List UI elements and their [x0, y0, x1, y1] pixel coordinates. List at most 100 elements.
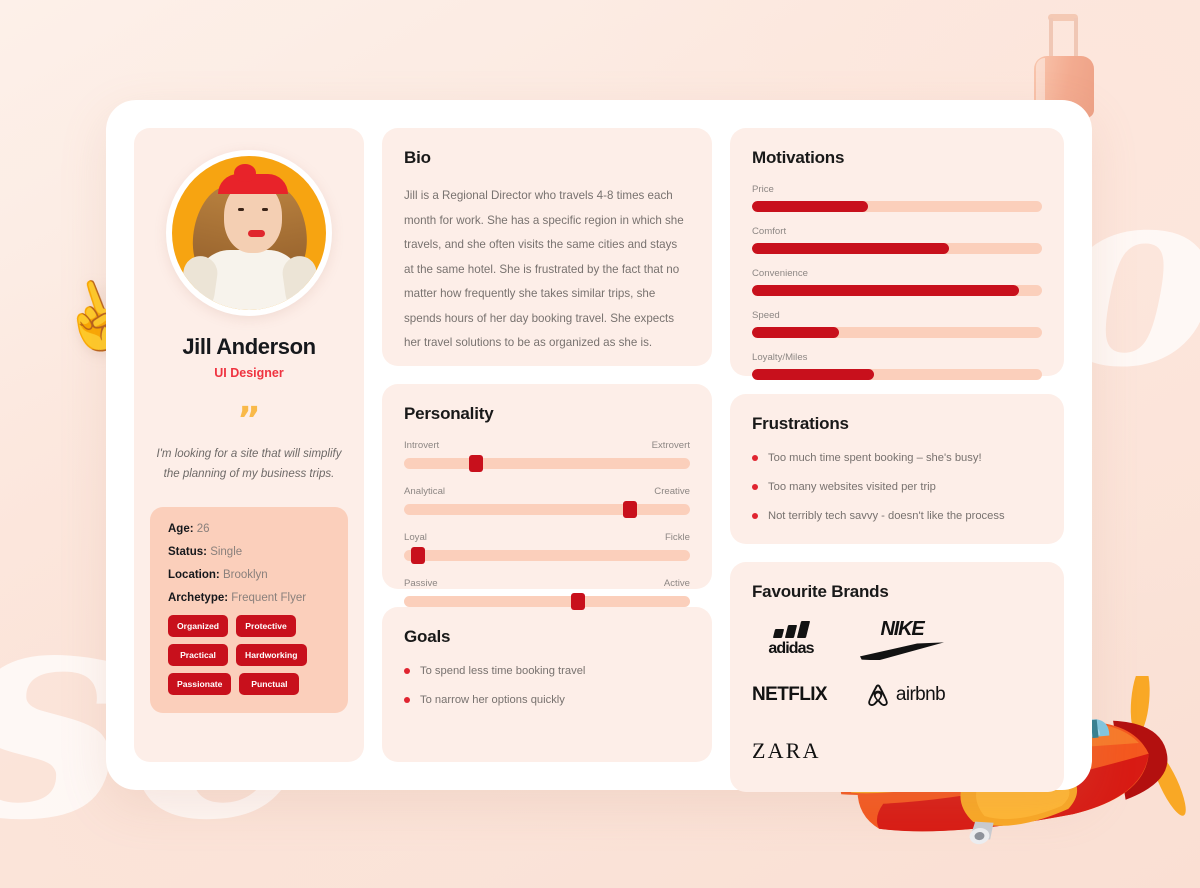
motivation-track	[752, 285, 1042, 296]
personality-slider[interactable]: Passive Active	[404, 578, 690, 610]
frustrations-panel: Frustrations Too much time spent booking…	[730, 394, 1064, 545]
personality-slider[interactable]: Loyal Fickle	[404, 532, 690, 564]
motivation-fill	[752, 201, 868, 212]
avatar-photo	[172, 156, 326, 310]
brand-name: airbnb	[895, 684, 946, 706]
brand-logo-nike: NIKE	[856, 618, 948, 661]
motivation-label: Comfort	[752, 226, 787, 237]
personality-slider[interactable]: Introvert Extrovert	[404, 440, 690, 472]
motivation-track	[752, 369, 1042, 380]
motivation-track	[752, 201, 1042, 212]
brand-logo-adidas: adidas	[752, 618, 830, 660]
slider-track[interactable]	[404, 501, 690, 518]
slider-label-right: Extrovert	[651, 440, 690, 451]
bio-text: Jill is a Regional Director who travels …	[404, 189, 684, 350]
profile-panel: Jill Anderson UI Designer ” I'm looking …	[134, 128, 364, 762]
fact-row: Archetype: Frequent Flyer	[168, 592, 330, 604]
bio-panel: Bio Jill is a Regional Director who trav…	[382, 128, 712, 366]
fact-label: Archetype:	[168, 591, 229, 604]
brand-name: NIKE	[880, 618, 925, 641]
trait-chip[interactable]: Passionate	[168, 672, 232, 695]
motivation-label: Loyalty/Miles	[752, 352, 808, 363]
brands-grid: adidas NIKE NETFLIX airbnb ZARA	[752, 618, 1042, 772]
fact-row: Age: 26	[168, 523, 330, 535]
goals-list: To spend less time booking travel To nar…	[404, 663, 690, 709]
slider-thumb[interactable]	[411, 547, 426, 564]
fact-value: Brooklyn	[222, 568, 268, 581]
slider-thumb[interactable]	[468, 455, 483, 472]
slider-label-right: Creative	[654, 486, 690, 497]
persona-card: Jill Anderson UI Designer ” I'm looking …	[106, 100, 1092, 793]
brand-logo-airbnb: airbnb	[853, 674, 957, 716]
facts-box: Age: 26 Status: Single Location: Brookly…	[150, 506, 348, 713]
personality-title: Personality	[404, 404, 494, 423]
trait-chip[interactable]: Punctual	[239, 672, 300, 695]
goals-panel: Goals To spend less time booking travel …	[382, 607, 712, 762]
fact-value: 26	[196, 522, 210, 535]
list-item: Not terribly tech savvy - doesn't like t…	[752, 508, 1042, 525]
brand-name: adidas	[768, 639, 814, 657]
motivation-label: Speed	[752, 310, 780, 321]
brands-panel: Favourite Brands adidas NIKE NETFLIX air…	[730, 562, 1064, 793]
slider-label-left: Loyal	[404, 532, 427, 543]
motivation-fill	[752, 285, 1019, 296]
frustrations-list: Too much time spent booking – she's busy…	[752, 450, 1042, 524]
fact-value: Frequent Flyer	[231, 591, 307, 604]
slider-label-left: Passive	[404, 578, 438, 589]
list-item: Too much time spent booking – she's busy…	[752, 450, 1042, 467]
slider-thumb[interactable]	[622, 501, 637, 518]
personality-panel: Personality Introvert Extrovert Analytic…	[382, 384, 712, 610]
slider-thumb[interactable]	[571, 593, 586, 610]
person-name: Jill Anderson	[182, 334, 316, 359]
list-item: To spend less time booking travel	[404, 663, 690, 680]
trait-chip[interactable]: Organized	[168, 614, 229, 637]
slider-label-left: Introvert	[404, 440, 440, 451]
motivation-row: Price	[752, 184, 1042, 212]
personality-slider[interactable]: Analytical Creative	[404, 486, 690, 518]
fact-row: Status: Single	[168, 546, 330, 558]
motivation-fill	[752, 369, 874, 380]
motivation-label: Price	[752, 184, 774, 195]
fact-label: Location:	[168, 568, 220, 581]
bio-title: Bio	[404, 148, 431, 167]
motivation-track	[752, 243, 1042, 254]
profile-column: Jill Anderson UI Designer ” I'm looking …	[134, 128, 364, 762]
motivation-fill	[752, 243, 950, 254]
motivation-row: Speed	[752, 310, 1042, 338]
slider-label-left: Analytical	[404, 486, 446, 497]
goals-title: Goals	[404, 627, 451, 646]
trait-chip-list: Organized Protective Practical Hardworki…	[168, 614, 330, 695]
motivations-panel: Motivations Price Comfort Convenience Sp…	[730, 128, 1064, 380]
fact-label: Status:	[168, 545, 207, 558]
list-item: To narrow her options quickly	[404, 692, 690, 709]
brand-logo-zara: ZARA	[752, 738, 821, 764]
motivation-row: Comfort	[752, 226, 1042, 254]
slider-track[interactable]	[404, 593, 690, 610]
nike-swoosh-icon	[860, 642, 944, 661]
person-quote: I'm looking for a site that will simplif…	[156, 447, 342, 481]
trait-chip[interactable]: Hardworking	[236, 643, 307, 666]
slider-track[interactable]	[404, 455, 690, 472]
motivation-fill	[752, 327, 839, 338]
motivation-row: Loyalty/Miles	[752, 352, 1042, 380]
slider-label-right: Active	[663, 578, 690, 589]
list-item: Too many websites visited per trip	[752, 479, 1042, 496]
fact-value: Single	[210, 545, 243, 558]
motivation-row: Convenience	[752, 268, 1042, 296]
brands-title: Favourite Brands	[752, 582, 889, 602]
quote-icon: ”	[237, 400, 261, 441]
motivation-track	[752, 327, 1042, 338]
trait-chip[interactable]: Practical	[168, 643, 228, 666]
middle-column: Bio Jill is a Regional Director who trav…	[382, 128, 712, 762]
person-role: UI Designer	[214, 366, 284, 380]
frustrations-title: Frustrations	[752, 414, 849, 433]
trait-chip[interactable]: Protective	[236, 614, 297, 637]
avatar	[166, 150, 332, 316]
slider-track[interactable]	[404, 547, 690, 564]
brand-logo-netflix: NETFLIX	[752, 684, 828, 706]
motivations-title: Motivations	[752, 148, 845, 167]
airbnb-icon	[868, 684, 888, 707]
right-column: Motivations Price Comfort Convenience Sp…	[730, 128, 1064, 793]
slider-label-right: Fickle	[664, 532, 690, 543]
adidas-bars-icon	[772, 620, 810, 638]
